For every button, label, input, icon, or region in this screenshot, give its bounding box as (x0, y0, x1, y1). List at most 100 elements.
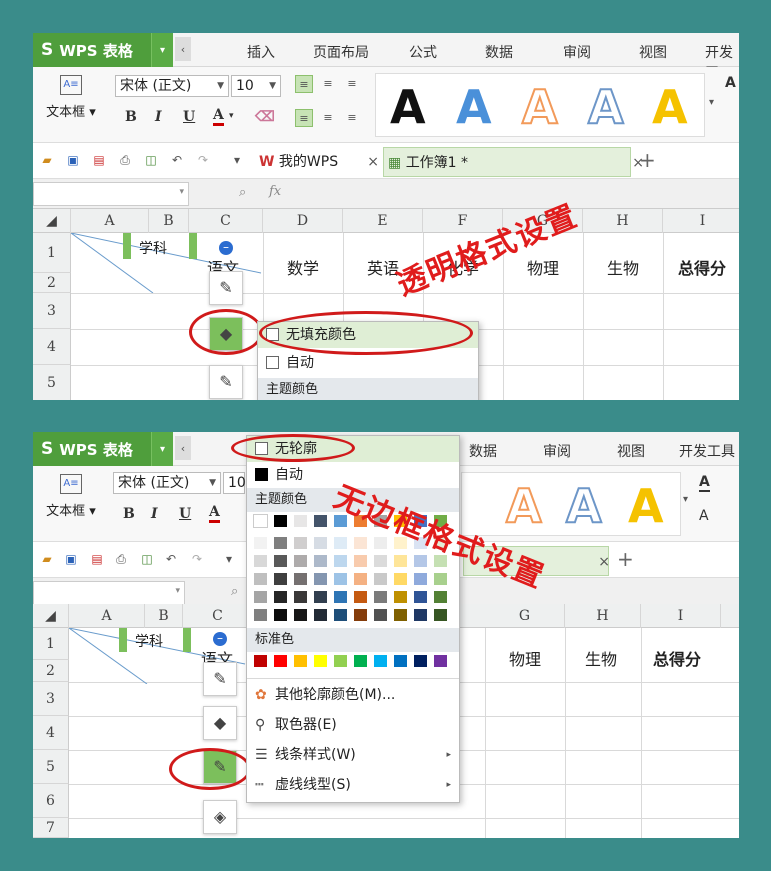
theme-shade-swatch[interactable] (313, 608, 328, 622)
theme-shade-swatch[interactable] (333, 554, 348, 568)
row-header-1[interactable]: 1 (33, 233, 71, 273)
standard-color-swatch[interactable] (333, 654, 348, 668)
menu-page-layout[interactable]: 页面布局 (313, 42, 369, 62)
text-fill-icon[interactable]: A (699, 474, 710, 492)
row-header-5[interactable]: 5 (33, 365, 71, 400)
theme-shade-swatch[interactable] (313, 590, 328, 604)
standard-color-swatch[interactable] (373, 654, 388, 668)
standard-color-swatch[interactable] (413, 654, 428, 668)
theme-shade-swatch[interactable] (393, 554, 408, 568)
name-box[interactable]: ▾ (33, 182, 189, 206)
theme-color-swatch[interactable] (293, 514, 308, 528)
name-box[interactable]: ▾ (33, 581, 185, 605)
theme-shade-swatch[interactable] (413, 572, 428, 586)
new-tab-button[interactable]: + (617, 547, 634, 571)
theme-shade-swatch[interactable] (353, 536, 368, 550)
theme-shade-swatch[interactable] (333, 608, 348, 622)
theme-shade-swatch[interactable] (433, 590, 448, 604)
row-header-3[interactable]: 3 (33, 682, 69, 716)
theme-shade-swatch[interactable] (413, 608, 428, 622)
text-style-blue-outline[interactable]: A (565, 480, 603, 532)
print-icon[interactable]: ⎙ (117, 152, 133, 168)
bold-button[interactable]: B (125, 109, 137, 125)
font-color-button[interactable]: A (209, 504, 220, 523)
outline-pen-icon[interactable]: ✎ (209, 365, 243, 399)
theme-shade-swatch[interactable] (353, 608, 368, 622)
shape-handle[interactable] (123, 233, 131, 259)
theme-shade-swatch[interactable] (273, 572, 288, 586)
theme-shade-swatch[interactable] (333, 590, 348, 604)
col-header-d[interactable]: D (263, 209, 343, 233)
theme-shade-swatch[interactable] (253, 554, 268, 568)
chevron-down-icon[interactable]: ▾ (229, 111, 234, 121)
theme-shade-swatch[interactable] (373, 572, 388, 586)
theme-shade-swatch[interactable] (373, 554, 388, 568)
theme-shade-swatch[interactable] (393, 572, 408, 586)
theme-shade-swatch[interactable] (273, 608, 288, 622)
theme-shade-swatch[interactable] (393, 590, 408, 604)
theme-shade-swatch[interactable] (333, 536, 348, 550)
col-header-h[interactable]: H (583, 209, 663, 233)
row-header-2[interactable]: 2 (33, 273, 71, 293)
redo-icon[interactable]: ↷ (195, 152, 211, 168)
customize-toolbar-icon[interactable]: ▾ (221, 551, 237, 567)
theme-shade-swatch[interactable] (433, 572, 448, 586)
theme-shade-swatch[interactable] (413, 590, 428, 604)
zoom-icon[interactable]: ⌕ (239, 185, 246, 200)
col-header-c[interactable]: C (183, 604, 253, 628)
theme-shade-swatch[interactable] (273, 590, 288, 604)
gallery-more-icon[interactable]: ▾ (709, 97, 714, 108)
theme-shade-swatch[interactable] (293, 608, 308, 622)
theme-shade-swatch[interactable] (313, 536, 328, 550)
col-header-b[interactable]: B (149, 209, 189, 233)
row-header-5[interactable]: 5 (33, 750, 69, 784)
theme-color-swatch[interactable] (253, 514, 268, 528)
fill-bucket-icon[interactable]: ◆ (203, 706, 237, 740)
logo-dropdown-icon[interactable]: ▾ (151, 33, 173, 67)
export-pdf-icon[interactable]: ▤ (91, 152, 107, 168)
text-style-black[interactable]: A (390, 82, 426, 132)
text-style-gold[interactable]: A (652, 82, 688, 132)
align-middle-icon[interactable]: ≡ (319, 75, 337, 93)
select-all-corner[interactable]: ◢ (33, 209, 71, 233)
menu-view[interactable]: 视图 (639, 42, 667, 62)
col-header-i[interactable]: I (641, 604, 721, 628)
customize-toolbar-icon[interactable]: ▾ (229, 152, 245, 168)
edit-shape-icon[interactable]: ✎ (203, 662, 237, 696)
theme-shade-swatch[interactable] (333, 572, 348, 586)
row-header-7[interactable]: 7 (33, 818, 69, 838)
theme-shade-swatch[interactable] (273, 554, 288, 568)
zoom-icon[interactable]: ⌕ (231, 584, 238, 599)
theme-shade-swatch[interactable] (293, 590, 308, 604)
text-style-orange-outline[interactable]: A (505, 480, 543, 532)
textbox-button[interactable]: A≡ 文本框 ▾ (41, 474, 101, 519)
align-bottom-icon[interactable]: ≡ (343, 75, 361, 93)
save-icon[interactable]: ▣ (63, 551, 79, 567)
theme-shade-swatch[interactable] (393, 608, 408, 622)
text-outline-icon[interactable]: A (699, 508, 709, 524)
collapse-toolbar-icon[interactable]: – (213, 632, 227, 646)
new-tab-button[interactable]: + (639, 148, 656, 172)
font-name-select[interactable]: 宋体 (正文) ▼ (113, 472, 221, 494)
clear-format-icon[interactable]: ⌫ (255, 109, 275, 125)
standard-color-swatch[interactable] (353, 654, 368, 668)
theme-color-swatch[interactable] (313, 514, 328, 528)
italic-button[interactable]: I (151, 506, 158, 522)
collapse-icon[interactable]: ‹ (175, 436, 191, 460)
textbox-button[interactable]: A≡ 文本框 ▾ (41, 75, 101, 120)
col-header-i[interactable]: I (663, 209, 739, 233)
standard-color-swatch[interactable] (393, 654, 408, 668)
menu-view[interactable]: 视图 (617, 441, 645, 461)
row-header-4[interactable]: 4 (33, 329, 71, 365)
font-size-select[interactable]: 10 (223, 472, 246, 494)
theme-color-swatch[interactable] (273, 514, 288, 528)
print-preview-icon[interactable]: ◫ (139, 551, 155, 567)
logo-dropdown-icon[interactable]: ▾ (151, 432, 173, 466)
theme-shade-swatch[interactable] (353, 590, 368, 604)
layers-icon[interactable]: ◈ (203, 800, 237, 834)
row-header-3[interactable]: 3 (33, 293, 71, 329)
open-folder-icon[interactable]: ▰ (39, 152, 55, 168)
theme-shade-swatch[interactable] (253, 608, 268, 622)
tab-workbook[interactable]: ▦ 工作簿1 * × (383, 147, 644, 177)
print-icon[interactable]: ⎙ (113, 551, 129, 567)
